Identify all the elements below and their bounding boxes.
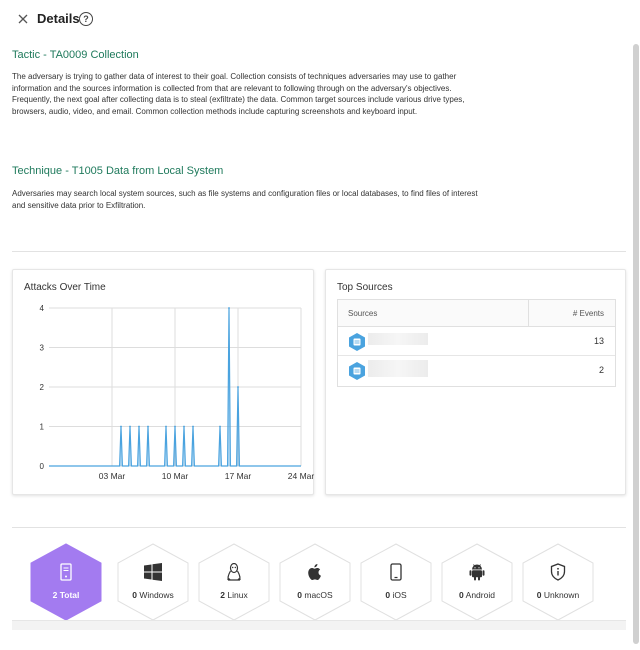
source-name-redacted	[368, 360, 428, 377]
data-point	[228, 307, 230, 309]
x-tick-label: 10 Mar	[162, 471, 189, 481]
page-title: Details	[37, 11, 80, 26]
windows-icon	[144, 563, 162, 581]
col-sources[interactable]: Sources	[348, 309, 377, 318]
source-event-count: 2	[598, 365, 604, 375]
shield-icon	[550, 563, 566, 581]
os-filter-label: 2 Linux	[220, 590, 248, 600]
source-event-count: 13	[593, 336, 604, 346]
table-row[interactable]: 2	[338, 356, 615, 385]
apple-icon	[308, 564, 321, 580]
divider	[12, 251, 626, 252]
attacks-over-time-card: Attacks Over Time 0 1 2 3 4 03 Mar 10 Mar 17 Ma…	[12, 269, 314, 495]
divider	[12, 527, 626, 528]
source-name-redacted	[368, 333, 428, 345]
details-header: Details ?	[0, 0, 640, 38]
close-button[interactable]	[14, 10, 32, 28]
os-filter-macos[interactable]: 0 macOS	[277, 540, 353, 624]
tactic-heading[interactable]: Tactic - TA0009 Collection	[12, 49, 139, 61]
phone-icon	[390, 563, 402, 581]
y-tick-label: 2	[40, 383, 45, 392]
data-point	[219, 425, 221, 428]
y-tick-label: 3	[40, 344, 45, 353]
y-tick-label: 0	[40, 462, 45, 471]
os-filter-label: 0 macOS	[297, 590, 333, 600]
os-filter-linux[interactable]: 2 Linux	[196, 540, 272, 624]
y-tick-label: 1	[40, 423, 45, 432]
top-sources-card: Top Sources Sources # Events 13 2	[325, 269, 626, 495]
os-filter-total[interactable]: 2 Total	[28, 540, 104, 624]
data-point	[129, 425, 131, 428]
linux-icon	[227, 562, 241, 581]
table-row[interactable]: 13	[338, 327, 615, 356]
sources-card-title: Top Sources	[337, 282, 393, 293]
technique-description: Adversaries may search local system sour…	[12, 189, 478, 210]
data-point	[120, 425, 122, 428]
server-icon	[349, 333, 365, 351]
os-filter-label: 0 Windows	[132, 590, 174, 600]
sources-table-header: Sources # Events	[338, 300, 615, 327]
data-point	[174, 425, 176, 428]
col-events[interactable]: # Events	[573, 309, 604, 318]
os-filter-label: 0 Unknown	[536, 590, 580, 600]
attacks-chart: 0 1 2 3 4 03 Mar 10 Mar 17 Mar 24 Mar	[40, 304, 315, 481]
data-point	[138, 425, 140, 428]
x-tick-label: 24 Mar	[288, 471, 315, 481]
data-point	[192, 425, 194, 428]
os-filter-android[interactable]: 0 Android	[439, 540, 515, 624]
sources-table: Sources # Events 13 2	[337, 299, 616, 387]
x-tick-label: 03 Mar	[99, 471, 126, 481]
android-icon	[469, 564, 485, 581]
data-point	[183, 425, 185, 428]
os-filter-label: 2 Total	[52, 590, 80, 600]
os-filter-row: 2 Total 0 Windows 2 Linux 0 macOS 0 iOS …	[0, 540, 640, 624]
data-point	[147, 425, 149, 428]
help-icon[interactable]: ?	[79, 12, 93, 26]
close-icon	[18, 14, 28, 24]
data-point	[237, 386, 239, 388]
os-filter-label: 0 iOS	[385, 590, 407, 600]
tactic-description: The adversary is trying to gather data o…	[12, 72, 465, 117]
os-filter-ios[interactable]: 0 iOS	[358, 540, 434, 624]
os-filter-unknown[interactable]: 0 Unknown	[520, 540, 596, 624]
data-point	[165, 425, 167, 428]
bottom-section	[12, 620, 626, 630]
os-filter-windows[interactable]: 0 Windows	[115, 540, 191, 624]
x-tick-label: 17 Mar	[225, 471, 252, 481]
os-filter-label: 0 Android	[459, 590, 495, 600]
server-icon	[349, 362, 365, 380]
y-tick-label: 4	[40, 304, 45, 313]
device-icon	[60, 563, 72, 581]
technique-heading[interactable]: Technique - T1005 Data from Local System	[12, 165, 223, 177]
